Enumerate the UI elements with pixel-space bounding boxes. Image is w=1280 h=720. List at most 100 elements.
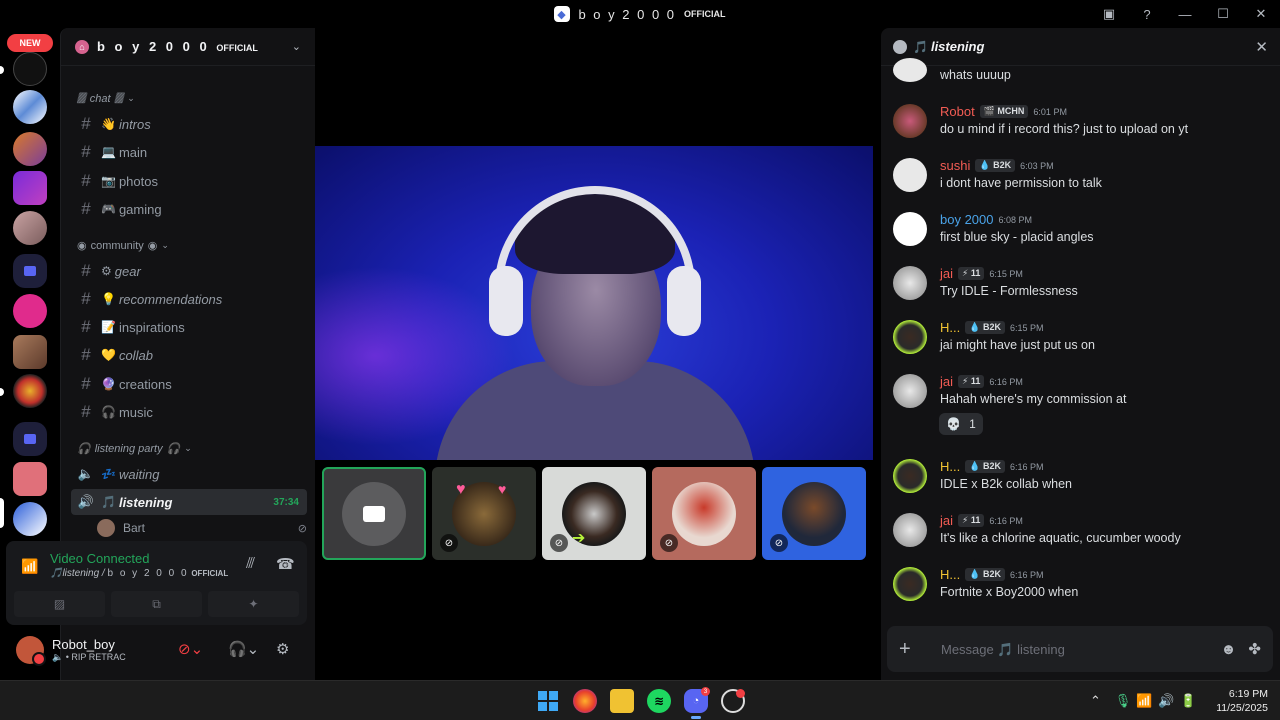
message-author[interactable]: H... xyxy=(940,320,960,335)
participant-tile-4[interactable]: ⊘ xyxy=(652,467,756,560)
emoji-icon[interactable]: ☻ xyxy=(1221,641,1237,658)
gear-icon[interactable]: ⚙ xyxy=(276,640,289,658)
signal-icon[interactable]: 📶 xyxy=(21,558,38,575)
wifi-icon[interactable]: 📶 xyxy=(1136,693,1158,709)
server-icon-3[interactable] xyxy=(13,132,47,166)
message-author[interactable]: H... xyxy=(940,567,960,582)
server-icon-7[interactable] xyxy=(13,335,47,369)
channel-collab[interactable]: # 💛 collab xyxy=(71,342,307,368)
spotify-icon[interactable]: ≋ xyxy=(647,689,671,713)
noise-suppression-icon[interactable]: ⫻ xyxy=(246,555,255,572)
category-community[interactable]: ◉ community ◉ ⌄ xyxy=(77,239,169,253)
app-icon[interactable] xyxy=(721,689,745,713)
category-listening-party[interactable]: 🎧 listening party 🎧 ⌄ xyxy=(77,442,192,456)
channel-creations[interactable]: # 🔮 creations xyxy=(71,371,307,397)
message-author[interactable]: jai xyxy=(940,266,953,281)
taskbar-clock[interactable]: 6:19 PM 11/25/2025 xyxy=(1216,687,1268,715)
role-tag-text: B2K xyxy=(982,461,1001,471)
server-icon-8[interactable] xyxy=(13,374,47,408)
message-author[interactable]: Robot xyxy=(940,104,975,119)
message-time: 6:16 PM xyxy=(989,515,1023,526)
user-info[interactable]: Robot_boy 🔈 • RIP RETRAC xyxy=(52,637,126,663)
channel-recommendations[interactable]: # 💡 recommendations xyxy=(71,286,307,312)
server-icon-10[interactable] xyxy=(13,502,47,536)
new-badge: NEW xyxy=(7,34,53,52)
channel-music[interactable]: # 🎧 music xyxy=(71,399,307,425)
maximize-icon[interactable]: ☐ xyxy=(1204,0,1242,28)
headphones-icon[interactable]: 🎧⌄ xyxy=(228,640,259,658)
server-icon-1[interactable] xyxy=(13,52,47,86)
channel-intros[interactable]: # 👋 intros xyxy=(71,111,307,137)
message-body: whats uuuup xyxy=(940,68,1011,82)
start-button[interactable] xyxy=(536,689,560,713)
voice-channel-waiting[interactable]: 🔈 💤 waiting xyxy=(71,461,307,487)
message-author[interactable]: sushi xyxy=(940,158,970,173)
channel-gaming[interactable]: # 🎮 gaming xyxy=(71,196,307,222)
inbox-icon[interactable]: ▣ xyxy=(1090,0,1128,28)
hash-icon: # xyxy=(81,345,91,364)
role-tag: 💧 B2K xyxy=(975,159,1016,172)
message-input[interactable] xyxy=(941,641,1209,657)
discord-icon[interactable]: ◔ 3 xyxy=(684,687,710,719)
hash-icon: # xyxy=(81,289,91,308)
channel-gear[interactable]: # ⚙ gear xyxy=(71,258,307,284)
server-header[interactable]: ⌂ b o y 2 0 0 0 OFFICIAL ⌄ xyxy=(61,28,315,66)
speaker-icon: 🔊 xyxy=(77,494,95,509)
voice-channel-listening[interactable]: 🔊 🎵 listening 37:34 xyxy=(71,489,307,515)
activities-icon: ✦ xyxy=(248,597,259,611)
participant-tile-1[interactable] xyxy=(322,467,426,560)
volume-icon[interactable]: 🔊 xyxy=(1158,693,1180,709)
channel-main[interactable]: # 💻 main xyxy=(71,139,307,165)
disconnect-icon[interactable]: ☎ xyxy=(276,555,295,573)
message-author[interactable]: boy 2000 xyxy=(940,212,994,227)
message-author[interactable]: jai xyxy=(940,513,953,528)
server-icon-2[interactable] xyxy=(13,90,47,124)
minimize-icon[interactable]: — xyxy=(1166,0,1204,28)
channel-label: photos xyxy=(118,173,158,189)
voice-status[interactable]: Video Connected xyxy=(50,551,150,566)
server-icon-5[interactable] xyxy=(13,211,47,245)
apps-icon[interactable]: ✤ xyxy=(1248,640,1261,658)
voice-timer: 37:34 xyxy=(273,496,299,508)
server-icon-4[interactable] xyxy=(13,171,47,205)
camera-off-button[interactable]: ▨ xyxy=(14,591,105,617)
channel-inspirations[interactable]: # 📝 inspirations xyxy=(71,314,307,340)
category-chat[interactable]: 🀫 chat 🀫 ⌄ xyxy=(77,92,135,105)
message-author[interactable]: jai xyxy=(940,374,953,389)
help-icon[interactable]: ? xyxy=(1128,0,1166,28)
firefox-icon[interactable] xyxy=(573,689,597,713)
battery-icon[interactable]: 🔋 xyxy=(1180,693,1202,709)
channel-photos[interactable]: # 📷 photos xyxy=(71,168,307,194)
voice-location[interactable]: 🎵listening / b o y 2 0 0 0 OFFICIAL xyxy=(50,568,228,579)
participant-tile-5[interactable]: ⊘ xyxy=(762,467,866,560)
participant-tile-3[interactable]: ➔ ⊘ xyxy=(542,467,646,560)
channel-label: gear xyxy=(114,263,141,279)
mic-icon[interactable]: 🎙 xyxy=(1110,693,1136,709)
server-folder-2[interactable] xyxy=(13,422,47,456)
server-icon-6[interactable] xyxy=(13,294,47,328)
close-icon[interactable]: ✕ xyxy=(1255,38,1268,56)
server-icon-9[interactable] xyxy=(13,462,47,496)
activities-button[interactable]: ✦ xyxy=(208,591,299,617)
reaction-skull[interactable]: 💀 1 xyxy=(939,413,983,435)
avatar xyxy=(782,481,846,546)
mic-muted-icon[interactable]: ⊘⌄ xyxy=(178,640,203,658)
screen-share-button[interactable]: ⧉ xyxy=(111,591,202,617)
server-folder-1[interactable] xyxy=(13,254,47,288)
message-meta: Robot 🎬 MCHN 6:01 PM xyxy=(940,104,1067,119)
chevron-up-icon[interactable]: ⌃ xyxy=(1090,693,1110,709)
avatar[interactable] xyxy=(16,636,46,666)
close-window-icon[interactable]: ✕ xyxy=(1242,0,1280,28)
file-explorer-icon[interactable] xyxy=(610,689,634,713)
main-video-feed[interactable] xyxy=(315,146,873,460)
window-title: ◆ b o y 2 0 0 0 OFFICIAL xyxy=(554,6,726,22)
plus-icon[interactable]: + xyxy=(899,638,923,661)
muted-mic-icon: ⊘ xyxy=(297,522,307,535)
hash-icon: # xyxy=(81,402,91,421)
role-tag-text: B2K xyxy=(982,322,1001,332)
voice-user-bart[interactable]: Bart ⊘ xyxy=(97,518,307,538)
participant-tile-2[interactable]: ♥ ♥ ⊘ xyxy=(432,467,536,560)
message-meta: jai ⚡ 11 6:15 PM xyxy=(940,266,1023,281)
message-author[interactable]: H... xyxy=(940,459,960,474)
muted-mic-icon: ⊘ xyxy=(660,534,678,552)
